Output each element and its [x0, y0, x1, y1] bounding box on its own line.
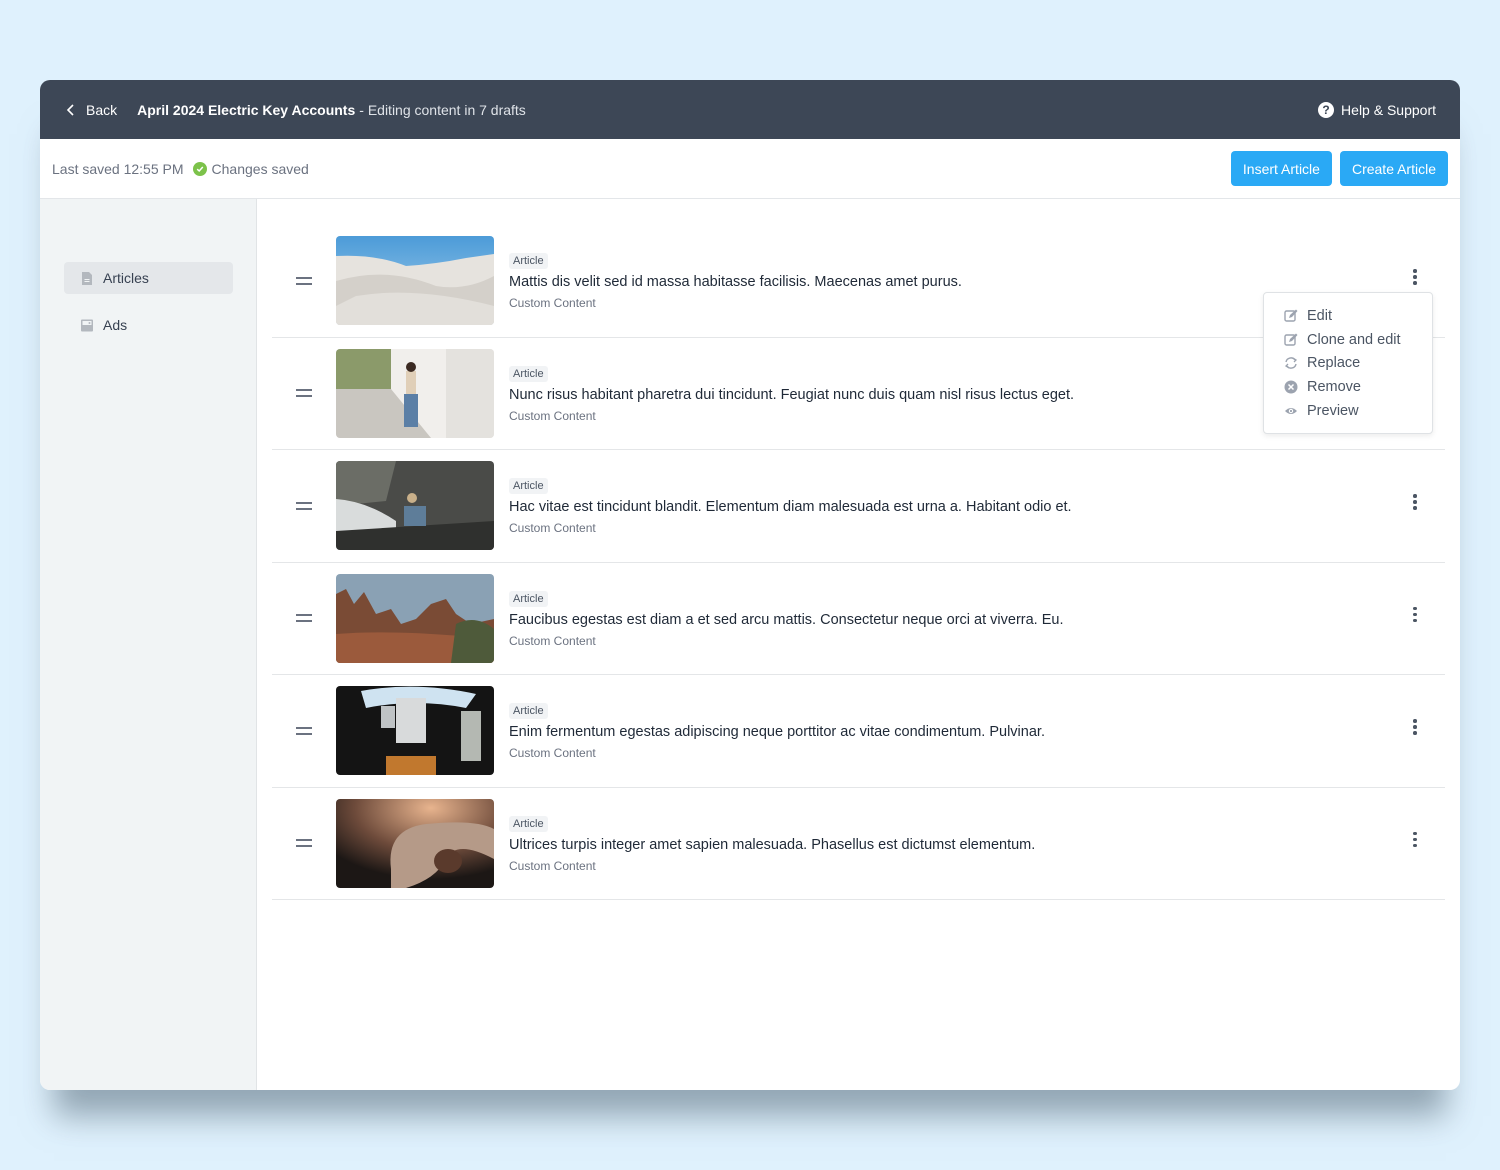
back-label: Back: [86, 101, 118, 118]
edit-icon: [1284, 309, 1298, 322]
article-row: Article Enim fermentum egestas adipiscin…: [272, 675, 1445, 788]
help-icon: ?: [1318, 101, 1335, 118]
article-row: Article Hac vitae est tincidunt blandit.…: [272, 450, 1445, 563]
drag-handle-icon: [296, 610, 312, 626]
article-thumbnail: [336, 686, 494, 776]
menu-item-remove[interactable]: Remove: [1264, 375, 1432, 399]
article-type-badge: Article: [509, 815, 548, 832]
drag-handle-icon: [296, 723, 312, 739]
article-title: Hac vitae est tincidunt blandit. Element…: [509, 499, 1072, 516]
article-type-badge: Article: [509, 365, 548, 382]
drag-handle[interactable]: [272, 610, 336, 626]
menu-item-edit[interactable]: Edit: [1264, 304, 1432, 328]
article-row: Article Faucibus egestas est diam a et s…: [272, 563, 1445, 675]
back-button[interactable]: Back: [66, 102, 117, 118]
drag-handle[interactable]: [272, 498, 336, 514]
drag-handle[interactable]: [272, 723, 336, 739]
menu-item-replace[interactable]: Replace: [1264, 352, 1432, 376]
drag-handle-icon: [296, 835, 312, 851]
save-status: Changes saved: [192, 160, 309, 177]
article-thumbnail: [336, 348, 494, 438]
page-title: April 2024 Electric Key Accounts: [137, 101, 356, 118]
sidebar-item-articles[interactable]: Articles: [64, 262, 233, 294]
article-title: Ultrices turpis integer amet sapien male…: [509, 836, 1036, 853]
refresh-icon: [1284, 357, 1298, 370]
article-type-badge: Article: [509, 253, 548, 270]
article-source: Custom Content: [509, 521, 596, 536]
image-icon: [81, 319, 93, 331]
menu-item-preview[interactable]: Preview: [1264, 399, 1432, 423]
drag-handle-icon: [296, 498, 312, 514]
chevron-left-icon: [66, 103, 74, 116]
check-circle-icon: [192, 161, 207, 176]
more-options-icon[interactable]: [1405, 717, 1425, 737]
app-window: Back April 2024 Electric Key Accounts - …: [40, 80, 1460, 1090]
article-type-badge: Article: [509, 478, 548, 495]
article-title: Enim fermentum egestas adipiscing neque …: [509, 724, 1045, 741]
drag-handle[interactable]: [272, 835, 336, 851]
article-type-badge: Article: [509, 703, 548, 720]
save-bar: Last saved 12:55 PM Changes saved Insert…: [40, 139, 1460, 199]
menu-item-label: Clone and edit: [1307, 331, 1401, 348]
menu-item-clone-and-edit[interactable]: Clone and edit: [1264, 328, 1432, 352]
article-thumbnail: [336, 798, 494, 888]
sidebar-item-ads[interactable]: Ads: [64, 309, 233, 341]
sidebar: Articles Ads: [40, 199, 257, 1090]
article-row: Article Ultrices turpis integer amet sap…: [272, 788, 1445, 900]
menu-item-label: Preview: [1307, 403, 1359, 420]
document-icon: [82, 271, 92, 285]
drag-handle[interactable]: [272, 385, 336, 401]
more-options-icon[interactable]: [1405, 492, 1425, 512]
article-thumbnail: [336, 236, 494, 326]
article-title: Mattis dis velit sed id massa habitasse …: [509, 274, 962, 291]
article-source: Custom Content: [509, 858, 596, 873]
article-title: Faucibus egestas est diam a et sed arcu …: [509, 611, 1064, 628]
article-thumbnail: [336, 461, 494, 551]
sidebar-item-label: Articles: [103, 270, 149, 286]
help-label: Help & Support: [1341, 101, 1436, 118]
more-options-icon[interactable]: [1405, 604, 1425, 624]
create-article-button[interactable]: Create Article: [1339, 151, 1448, 186]
menu-item-label: Edit: [1307, 307, 1332, 324]
top-bar: Back April 2024 Electric Key Accounts - …: [40, 80, 1460, 139]
clone-edit-icon: [1284, 333, 1298, 346]
help-support-link[interactable]: ? Help & Support: [1318, 101, 1436, 118]
eye-icon: [1285, 408, 1297, 415]
article-type-badge: Article: [509, 590, 548, 607]
last-saved-text: Last saved 12:55 PM: [52, 160, 184, 177]
drag-handle-icon: [296, 385, 312, 401]
drag-handle[interactable]: [272, 273, 336, 289]
drag-handle-icon: [296, 273, 312, 289]
page-subtitle: - Editing content in 7 drafts: [359, 101, 526, 118]
article-list: Article Mattis dis velit sed id massa ha…: [257, 199, 1460, 1090]
remove-circle-icon: [1284, 380, 1298, 394]
menu-item-label: Replace: [1307, 355, 1361, 372]
article-thumbnail: [336, 573, 494, 663]
more-options-icon[interactable]: [1405, 267, 1425, 287]
more-options-icon[interactable]: [1405, 829, 1425, 849]
sidebar-item-label: Ads: [103, 317, 128, 333]
article-source: Custom Content: [509, 746, 596, 761]
save-status-label: Changes saved: [211, 160, 309, 177]
menu-item-label: Remove: [1307, 379, 1361, 396]
article-context-menu: Edit Clone and edit Replace Remove Previ…: [1263, 292, 1433, 434]
article-source: Custom Content: [509, 633, 596, 648]
insert-article-button[interactable]: Insert Article: [1230, 151, 1332, 186]
